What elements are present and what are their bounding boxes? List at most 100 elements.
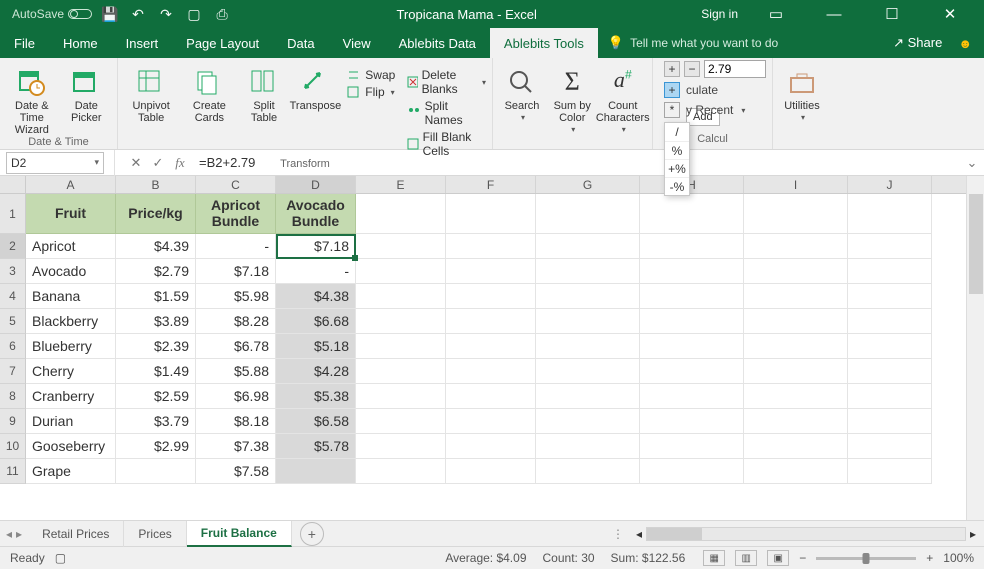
redo-icon[interactable]: ↷ [156,6,176,23]
unpivot-table-button[interactable]: Unpivot Table [124,64,178,124]
cell[interactable]: $7.18 [196,259,276,284]
cell[interactable] [640,434,744,459]
ribbon-options-icon[interactable]: ▭ [756,5,796,23]
spreadsheet-grid[interactable]: ABCDEFGHIJ 1FruitPrice/kgApricot BundleA… [0,176,984,521]
transpose-button[interactable]: Transpose [292,64,340,112]
col-header-D[interactable]: D [276,176,356,193]
sheet-tab-retail[interactable]: Retail Prices [28,521,124,547]
tab-page-layout[interactable]: Page Layout [172,28,273,58]
cell[interactable] [744,409,848,434]
search-button[interactable]: Search▾ [499,64,545,123]
cell[interactable]: Avocado Bundle [276,194,356,234]
split-names-button[interactable]: Split Names [407,99,486,127]
cell[interactable] [744,434,848,459]
cell[interactable] [356,409,446,434]
touch-icon[interactable]: ⎙ [212,6,232,23]
calc-op-add-percent[interactable]: +% [665,159,689,177]
sum-by-color-button[interactable]: Σ Sum by Color▾ [549,64,596,135]
row-header-5[interactable]: 5 [0,309,26,334]
calc-value-input[interactable] [704,60,766,78]
cell[interactable] [446,259,536,284]
cell[interactable] [848,284,932,309]
cell[interactable]: Cherry [26,359,116,384]
cell[interactable] [640,409,744,434]
cell[interactable] [848,359,932,384]
smile-icon[interactable]: ☻ [958,36,972,51]
col-header-G[interactable]: G [536,176,640,193]
view-normal-icon[interactable]: ▦ [703,550,725,566]
col-header-F[interactable]: F [446,176,536,193]
cell[interactable]: $2.59 [116,384,196,409]
cell[interactable]: $4.38 [276,284,356,309]
cell[interactable] [744,234,848,259]
delete-blanks-button[interactable]: Delete Blanks▾ [407,68,486,96]
cell[interactable] [356,284,446,309]
cell[interactable]: Fruit [26,194,116,234]
row-header-3[interactable]: 3 [0,259,26,284]
cell[interactable] [848,194,932,234]
cell[interactable] [848,259,932,284]
cell[interactable] [848,334,932,359]
cell[interactable] [356,434,446,459]
cell[interactable] [116,459,196,484]
cell[interactable] [848,434,932,459]
cell[interactable] [536,334,640,359]
cell[interactable] [744,359,848,384]
cell[interactable]: $8.18 [196,409,276,434]
cell[interactable]: $7.38 [196,434,276,459]
tab-ablebits-tools[interactable]: Ablebits Tools [490,28,598,58]
tab-insert[interactable]: Insert [112,28,173,58]
date-time-wizard-button[interactable]: Date & Time Wizard [6,64,58,136]
row-header-1[interactable]: 1 [0,194,26,234]
cell[interactable]: $5.18 [276,334,356,359]
cell[interactable] [744,459,848,484]
cell[interactable] [536,284,640,309]
count-characters-button[interactable]: a# Count Characters▾ [600,64,647,135]
cell[interactable] [744,259,848,284]
cell[interactable]: Cranberry [26,384,116,409]
cell[interactable]: $7.58 [196,459,276,484]
zoom-level[interactable]: 100% [943,551,974,565]
row-header-10[interactable]: 10 [0,434,26,459]
cell[interactable]: $4.28 [276,359,356,384]
cell[interactable] [744,384,848,409]
cell[interactable]: - [276,259,356,284]
cell[interactable]: $6.78 [196,334,276,359]
cell[interactable]: $3.89 [116,309,196,334]
cell[interactable] [536,434,640,459]
cell[interactable]: Banana [26,284,116,309]
cell[interactable] [536,234,640,259]
cell[interactable] [640,259,744,284]
horizontal-scrollbar[interactable] [646,527,966,541]
col-header-E[interactable]: E [356,176,446,193]
cell[interactable]: Gooseberry [26,434,116,459]
cell[interactable] [848,309,932,334]
share-button[interactable]: ↗ Share [893,35,942,51]
cell[interactable]: Avocado [26,259,116,284]
cell[interactable] [356,194,446,234]
date-picker-button[interactable]: Date Picker [62,64,111,124]
sheet-prev-icon[interactable]: ◂ [6,527,12,541]
cell[interactable] [446,309,536,334]
cell[interactable] [446,459,536,484]
cell[interactable]: $2.39 [116,334,196,359]
cell[interactable] [744,309,848,334]
tab-ablebits-data[interactable]: Ablebits Data [385,28,490,58]
split-table-button[interactable]: Split Table [241,64,288,124]
calc-op-percent[interactable]: % [665,141,689,159]
cell[interactable] [536,459,640,484]
cell[interactable]: $3.79 [116,409,196,434]
cell[interactable] [848,409,932,434]
sheet-tab-fruit-balance[interactable]: Fruit Balance [187,521,292,547]
calc-op-divide[interactable]: / [665,123,689,141]
cell[interactable]: $2.79 [116,259,196,284]
col-header-J[interactable]: J [848,176,932,193]
calc-add-op-button[interactable]: + [664,82,680,98]
tell-me-search[interactable]: 💡 Tell me what you want to do [598,28,778,58]
col-header-B[interactable]: B [116,176,196,193]
cell[interactable]: $1.59 [116,284,196,309]
tab-home[interactable]: Home [49,28,112,58]
cell[interactable] [446,384,536,409]
zoom-out-icon[interactable]: − [799,551,806,565]
view-layout-icon[interactable]: ▥ [735,550,757,566]
